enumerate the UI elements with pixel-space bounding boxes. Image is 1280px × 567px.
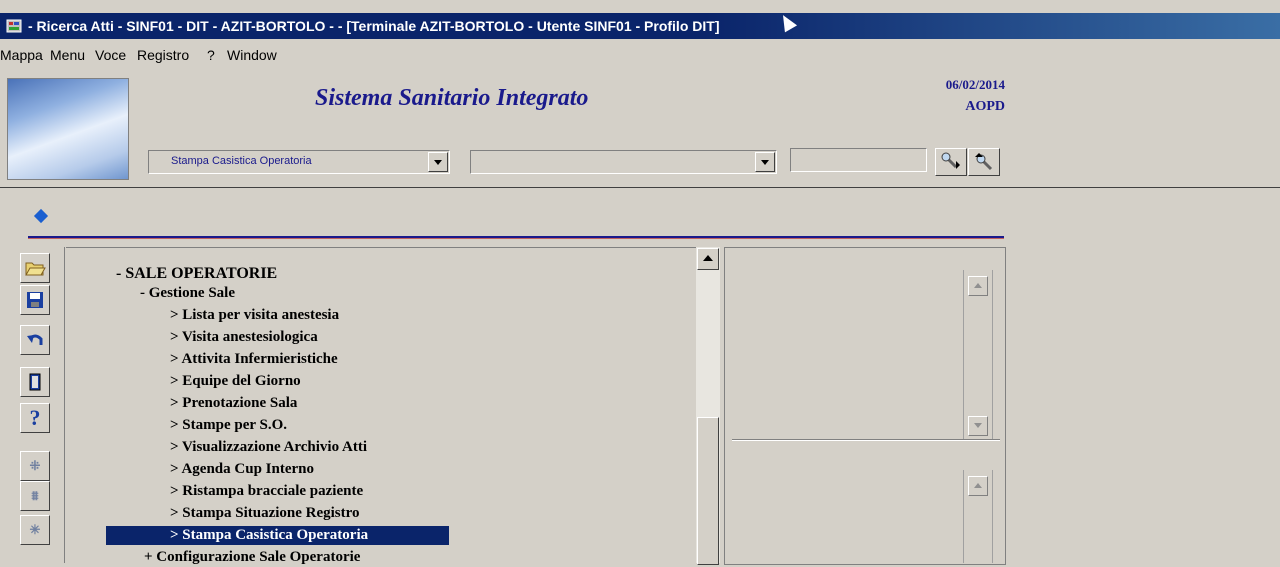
- tree-item[interactable]: > Attivita Infermieristiche: [170, 350, 338, 369]
- scroll-up-icon[interactable]: [697, 248, 719, 270]
- tree-item[interactable]: > Visualizzazione Archivio Atti: [170, 438, 367, 457]
- expand-tree-icon: ⁜: [29, 458, 41, 473]
- help-button[interactable]: ?: [20, 403, 50, 433]
- menu-registro[interactable]: Registro: [137, 47, 189, 63]
- search-code-input[interactable]: [790, 148, 927, 172]
- tree-item[interactable]: > Stampa Situazione Registro: [170, 504, 360, 523]
- tree-item[interactable]: > Prenotazione Sala: [170, 394, 297, 413]
- expand-branch-icon: ✳: [29, 522, 41, 537]
- chevron-down-icon[interactable]: [755, 152, 775, 172]
- expand-tree-button[interactable]: ⁜: [20, 451, 50, 481]
- navigation-arrow-icon: [33, 208, 49, 224]
- tree-item[interactable]: > Ristampa bracciale paziente: [170, 482, 363, 501]
- undo-button[interactable]: [20, 325, 50, 355]
- header-divider: [0, 187, 1280, 188]
- tree-item[interactable]: > Visita anestesiologica: [170, 328, 318, 347]
- menu-voce[interactable]: Voce: [95, 47, 126, 63]
- magnifier-down-icon: [941, 152, 960, 169]
- tree-item[interactable]: > Lista per visita anestesia: [170, 306, 339, 325]
- scroll-up-icon[interactable]: [968, 476, 988, 496]
- function-select[interactable]: Stampa Casistica Operatoria: [148, 150, 450, 174]
- save-button[interactable]: [20, 285, 50, 315]
- scroll-up-icon[interactable]: [968, 276, 988, 296]
- current-date: 06/02/2014: [945, 77, 1005, 92]
- search-next-button[interactable]: [935, 148, 967, 176]
- menu-menu[interactable]: Menu: [50, 47, 85, 63]
- menu-help[interactable]: ?: [207, 47, 215, 63]
- detail-scrollbar-bottom[interactable]: [963, 470, 993, 563]
- site-code: AOPD: [965, 99, 1005, 114]
- menu-window[interactable]: Window: [227, 47, 277, 63]
- collapse-tree-icon: ⩩: [31, 488, 39, 503]
- open-folder-icon: [25, 262, 46, 276]
- menu-mappa[interactable]: Mappa: [0, 47, 43, 63]
- tree-item[interactable]: > Agenda Cup Interno: [170, 460, 314, 479]
- scrollbar-thumb[interactable]: [697, 417, 719, 565]
- vertical-toolbar: ? ⁜ ⩩ ✳: [16, 247, 65, 563]
- collapse-tree-button[interactable]: ⩩: [20, 481, 50, 511]
- chevron-down-icon[interactable]: [428, 152, 448, 172]
- tree-node-gestione-sale[interactable]: - Gestione Sale: [140, 284, 235, 303]
- window-title: - Ricerca Atti - SINF01 - DIT - AZIT-BOR…: [28, 18, 720, 34]
- sky-logo: [7, 78, 129, 180]
- search-prev-button[interactable]: [968, 148, 1000, 176]
- exit-door-icon: [29, 373, 41, 391]
- panel-divider-highlight: [732, 440, 1000, 441]
- header: Sistema Sanitario Integrato 06/02/2014 A…: [0, 73, 1280, 188]
- function-select-value: Stampa Casistica Operatoria: [171, 155, 312, 167]
- form-icon: [6, 19, 22, 33]
- section-divider-accent: [28, 238, 1004, 239]
- tree-item[interactable]: > Equipe del Giorno: [170, 372, 301, 391]
- secondary-select[interactable]: [470, 150, 777, 174]
- open-button[interactable]: [20, 253, 50, 283]
- tree-item-selected[interactable]: > Stampa Casistica Operatoria: [106, 526, 449, 545]
- save-icon: [27, 292, 43, 308]
- exit-button[interactable]: [20, 367, 50, 397]
- tree-scrollbar[interactable]: [696, 247, 720, 565]
- magnifier-up-icon: [975, 153, 993, 171]
- expand-branch-button[interactable]: ✳: [20, 515, 50, 545]
- title-bar: - Ricerca Atti - SINF01 - DIT - AZIT-BOR…: [0, 13, 1280, 39]
- tree-node-configurazione[interactable]: + Configurazione Sale Operatorie: [144, 548, 360, 567]
- tree-node-sale-operatorie[interactable]: - SALE OPERATORIE: [116, 264, 277, 283]
- undo-icon: [27, 334, 43, 345]
- menu-bar: Mappa Menu Voce Registro ? Window: [0, 39, 1280, 73]
- tree-item[interactable]: > Stampe per S.O.: [170, 416, 287, 435]
- detail-scrollbar-top[interactable]: [963, 270, 993, 440]
- scroll-down-icon[interactable]: [968, 416, 988, 436]
- help-icon: ?: [29, 405, 41, 430]
- app-title: Sistema Sanitario Integrato: [315, 85, 589, 111]
- menu-tree: - SALE OPERATORIE - Gestione Sale > List…: [66, 247, 696, 567]
